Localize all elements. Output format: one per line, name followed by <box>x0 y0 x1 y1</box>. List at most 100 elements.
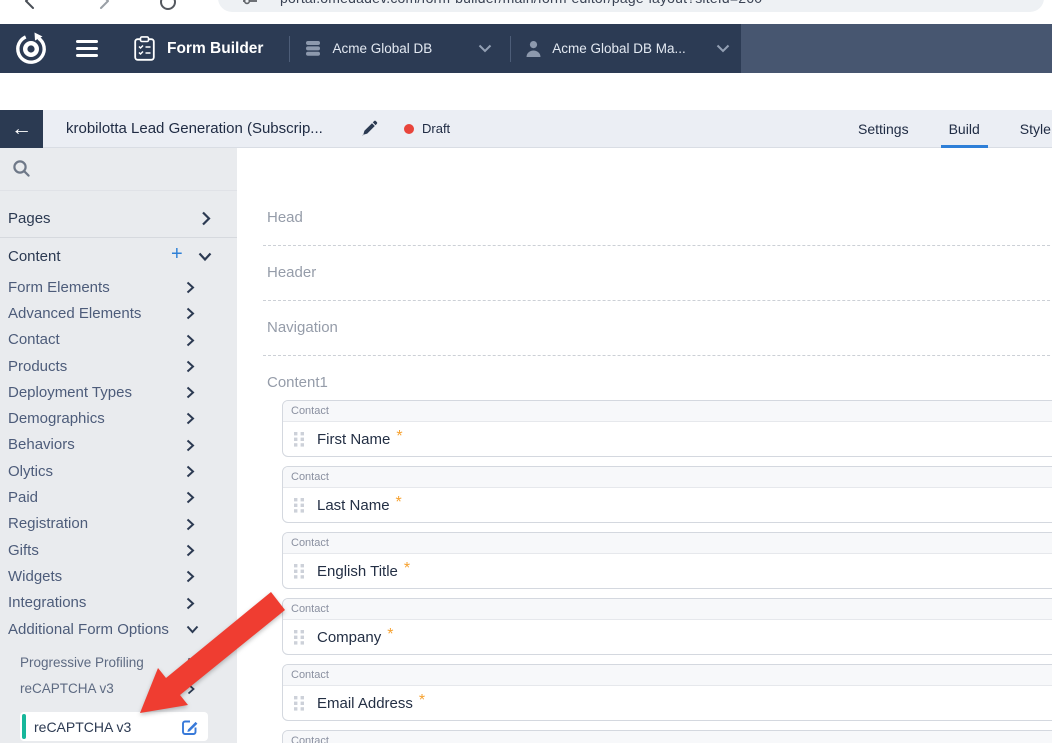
database-selector-label[interactable]: Acme Global DB <box>332 41 432 56</box>
field-label: Email Address <box>317 695 413 712</box>
drag-handle-icon[interactable] <box>294 630 305 645</box>
drag-handle-icon[interactable] <box>294 564 305 579</box>
chevron-right-icon <box>186 491 195 504</box>
required-asterisk: * <box>396 494 402 512</box>
sidebar-category-item[interactable]: Form Elements <box>0 274 237 300</box>
field-label: English Title <box>317 563 398 580</box>
chevron-right-icon <box>186 307 195 320</box>
layout-sections: Head Header Navigation <box>237 148 1052 356</box>
drag-handle-icon[interactable] <box>294 432 305 447</box>
app-header-main: Form Builder Acme Global DB Acme Global … <box>0 24 741 73</box>
field-label: First Name <box>317 431 390 448</box>
url-text[interactable]: portal.omedadev.com/form-builder/main/fo… <box>280 0 762 6</box>
content-section-label[interactable]: Content1 <box>267 374 1052 391</box>
field-group-header: Contact <box>283 533 1052 554</box>
section-divider <box>263 245 1052 246</box>
status-dot <box>404 124 414 134</box>
field-label: Last Name <box>317 497 390 514</box>
field-label: Company <box>317 629 381 646</box>
clipboard-icon <box>134 36 155 61</box>
field-card-body: First Name * <box>283 422 1052 457</box>
site-settings-icon[interactable] <box>242 0 258 6</box>
sidebar-category-item[interactable]: Olytics <box>0 458 237 484</box>
field-card[interactable]: Contact Email Address * <box>282 664 1052 721</box>
sidebar-category-item[interactable]: Behaviors <box>0 432 237 458</box>
chevron-down-icon[interactable] <box>716 44 730 53</box>
editor-tab[interactable]: Settings <box>838 110 929 148</box>
account-selector-label[interactable]: Acme Global DB Ma... <box>552 41 686 56</box>
chevron-right-icon <box>186 281 195 294</box>
field-card[interactable]: Contact First Name * <box>282 400 1052 457</box>
status-label: Draft <box>422 110 450 147</box>
sidebar-subitem[interactable]: Progressive Profiling <box>0 649 237 675</box>
sidebar-category-item[interactable]: Widgets <box>0 563 237 589</box>
field-card[interactable]: Contact Company * <box>282 598 1052 655</box>
chevron-right-icon <box>186 465 195 478</box>
form-title: krobilotta Lead Generation (Subscrip... <box>66 110 323 147</box>
selected-recaptcha-item[interactable]: reCAPTCHA v3 <box>20 712 208 741</box>
database-icon <box>304 40 322 57</box>
sidebar-category-item[interactable]: Advanced Elements <box>0 300 237 326</box>
sidebar-category-item[interactable]: Paid <box>0 484 237 510</box>
back-button[interactable]: ← <box>0 110 43 148</box>
browser-chrome: portal.omedadev.com/form-builder/main/fo… <box>0 0 1052 24</box>
layout-section: Header <box>237 264 1052 301</box>
sidebar-category-item[interactable]: Products <box>0 353 237 379</box>
sidebar-category-item[interactable]: Integrations <box>0 590 237 616</box>
layout-section: Navigation <box>237 319 1052 356</box>
chevron-down-icon[interactable] <box>198 252 212 262</box>
required-asterisk: * <box>387 626 393 644</box>
category-label: Form Elements <box>8 279 110 296</box>
sidebar-category-item[interactable]: Contact <box>0 327 237 353</box>
field-card[interactable]: Contact Last Name * <box>282 466 1052 523</box>
chevron-right-icon <box>186 386 195 399</box>
chevron-right-icon <box>186 544 195 557</box>
pencil-icon[interactable] <box>360 120 378 138</box>
field-cards: Contact First Name * Contact Last Name *… <box>282 400 1052 743</box>
field-card[interactable]: Contact * <box>282 730 1052 743</box>
chevron-down-icon[interactable] <box>478 44 492 53</box>
sidebar-subitem[interactable]: reCAPTCHA v3 <box>0 675 237 701</box>
chevron-down-icon <box>186 625 199 634</box>
app-header: Form Builder Acme Global DB Acme Global … <box>0 24 1052 73</box>
category-label: Paid <box>8 489 38 506</box>
section-label[interactable]: Header <box>267 264 1052 281</box>
chevron-right-icon <box>186 334 195 347</box>
address-bar[interactable]: portal.omedadev.com/form-builder/main/fo… <box>218 0 1044 12</box>
edit-square-icon[interactable] <box>181 718 199 736</box>
omeda-logo[interactable] <box>14 32 48 66</box>
sidebar-category-item[interactable]: Registration <box>0 511 237 537</box>
form-canvas: Head Header Navigation Content1 Contact … <box>237 148 1052 743</box>
tab-label: Build <box>949 121 980 137</box>
browser-forward-icon[interactable] <box>94 0 112 9</box>
section-label[interactable]: Head <box>267 209 1052 226</box>
sidebar-category-item[interactable]: Gifts <box>0 537 237 563</box>
add-content-icon[interactable]: + <box>171 243 183 266</box>
category-label: Widgets <box>8 568 62 585</box>
drag-handle-icon[interactable] <box>294 498 305 513</box>
content-label: Content <box>8 248 61 265</box>
chevron-right-icon <box>186 518 195 531</box>
section-label[interactable]: Navigation <box>267 319 1052 336</box>
sidebar-item-additional-form-options[interactable]: Additional Form Options <box>0 616 237 642</box>
editor-tab[interactable]: Style <box>1000 110 1052 148</box>
category-label: Advanced Elements <box>8 305 141 322</box>
browser-back-icon[interactable] <box>22 0 40 9</box>
search-icon[interactable] <box>12 159 31 178</box>
hamburger-menu-icon[interactable] <box>76 40 98 57</box>
drag-handle-icon[interactable] <box>294 696 305 711</box>
sidebar-item-content[interactable]: Content + <box>0 242 237 270</box>
sidebar-item-pages[interactable]: Pages <box>0 204 237 232</box>
sidebar-category-item[interactable]: Demographics <box>0 405 237 431</box>
field-card-body: Email Address * <box>283 686 1052 721</box>
field-group-label: Contact <box>291 669 329 681</box>
field-card[interactable]: Contact English Title * <box>282 532 1052 589</box>
header-divider <box>510 36 511 62</box>
editor-tab[interactable]: Build <box>929 110 1000 148</box>
chevron-right-icon <box>186 412 195 425</box>
product-name: Form Builder <box>167 40 263 58</box>
additional-options-sublist: Progressive Profiling reCAPTCHA v3 <box>0 649 237 701</box>
app-screen: portal.omedadev.com/form-builder/main/fo… <box>0 0 1052 743</box>
sidebar-category-item[interactable]: Deployment Types <box>0 379 237 405</box>
browser-reload-icon[interactable] <box>158 0 178 11</box>
